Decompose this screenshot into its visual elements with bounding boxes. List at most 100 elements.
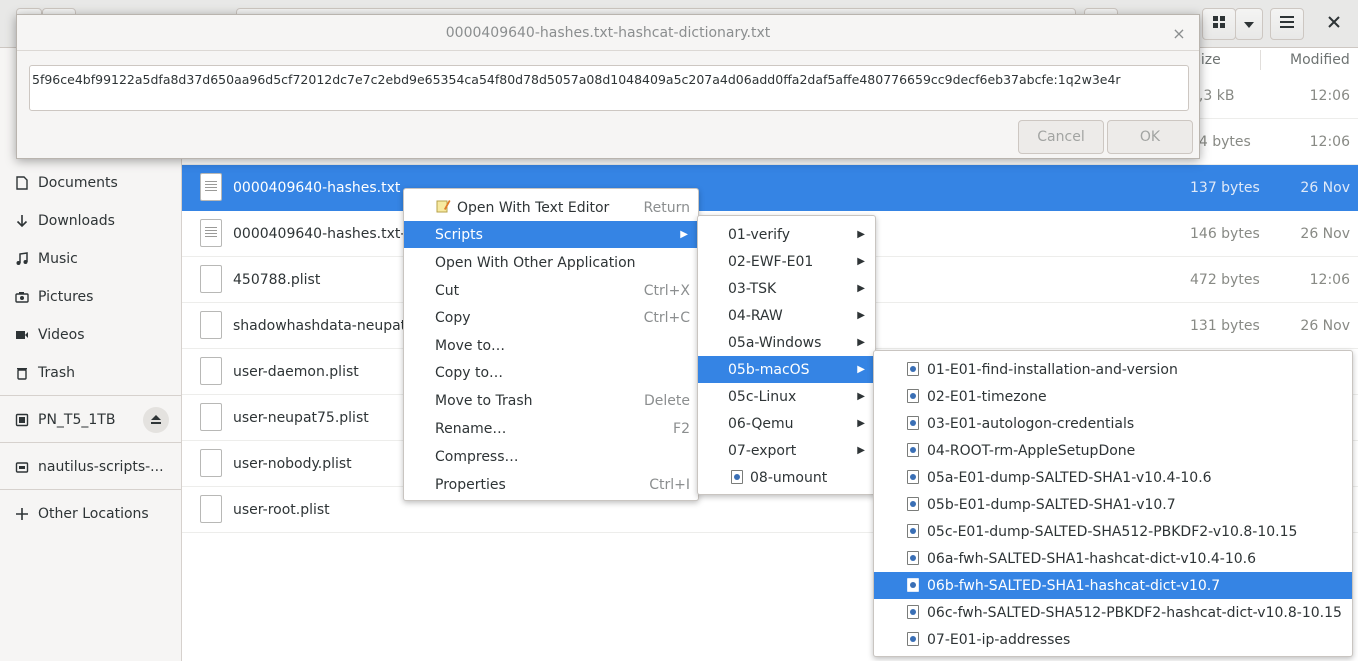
script-item[interactable]: 05a-E01-dump-SALTED-SHA1-v10.4-10.6 xyxy=(874,464,1352,491)
close-icon: × xyxy=(1172,23,1186,43)
sidebar-item-label: Trash xyxy=(38,365,75,381)
chevron-right-icon: ▶ xyxy=(857,283,865,294)
file-size: 146 bytes xyxy=(1190,226,1260,242)
sidebar-item-nautilus-scripts[interactable]: nautilus-scripts-... xyxy=(0,449,181,485)
menu-item-open-with-text-editor[interactable]: Open With Text Editor Return xyxy=(404,194,698,221)
file-icon xyxy=(200,449,222,477)
sidebar-item-pictures[interactable]: Pictures xyxy=(0,279,181,315)
macos-scripts-submenu: 01-E01-find-installation-and-version 02-… xyxy=(873,350,1353,657)
menu-item-open-with-other-application[interactable]: Open With Other Application xyxy=(404,249,698,276)
dialog-title: 0000409640-hashes.txt-hashcat-dictionary… xyxy=(17,15,1199,51)
file-row-selected[interactable]: 0000409640-hashes.txt 137 bytes 26 Nov xyxy=(182,165,1358,211)
chevron-right-icon: ▶ xyxy=(680,229,688,240)
script-item[interactable]: 06a-fwh-SALTED-SHA1-hashcat-dict-v10.4-1… xyxy=(874,545,1352,572)
ok-button[interactable]: OK xyxy=(1107,120,1193,154)
menu-item-compress[interactable]: Compress… xyxy=(404,443,698,470)
script-item[interactable]: 03-E01-autologon-credentials xyxy=(874,410,1352,437)
eject-icon xyxy=(151,414,161,427)
file-name: user-nobody.plist xyxy=(233,456,352,472)
sidebar-item-pn-t5-1tb[interactable]: PN_T5_1TB xyxy=(0,402,181,438)
sidebar-item-music[interactable]: Music xyxy=(0,241,181,277)
submenu-item-06-qemu[interactable]: 06-Qemu ▶ xyxy=(698,410,875,437)
file-icon xyxy=(200,357,222,385)
drive-icon xyxy=(14,412,30,428)
script-item-highlighted[interactable]: 06b-fwh-SALTED-SHA1-hashcat-dict-v10.7 xyxy=(874,572,1352,599)
script-icon xyxy=(907,443,919,457)
script-item[interactable]: 05b-E01-dump-SALTED-SHA1-v10.7 xyxy=(874,491,1352,518)
close-icon xyxy=(1328,16,1340,32)
file-name: 450788.plist xyxy=(233,272,321,288)
music-icon xyxy=(14,251,30,267)
chevron-right-icon: ▶ xyxy=(857,337,865,348)
video-icon xyxy=(14,327,30,343)
chevron-right-icon: ▶ xyxy=(857,229,865,240)
file-modified: 12:06 xyxy=(1309,88,1350,104)
menu-item-move-to[interactable]: Move to… xyxy=(404,332,698,359)
file-icon xyxy=(200,311,222,339)
view-options-button[interactable] xyxy=(1235,8,1263,40)
document-icon xyxy=(14,175,30,191)
file-name: shadowhashdata-neupat75 xyxy=(233,318,424,334)
menu-item-cut[interactable]: Cut Ctrl+X xyxy=(404,277,698,304)
hamburger-icon xyxy=(1280,16,1294,32)
menu-item-copy-to[interactable]: Copy to… xyxy=(404,359,698,386)
main-menu-button[interactable] xyxy=(1270,8,1304,40)
file-modified: 26 Nov xyxy=(1300,180,1350,196)
window-close-button[interactable] xyxy=(1320,8,1348,40)
submenu-item-01-verify[interactable]: 01-verify ▶ xyxy=(698,221,875,248)
eject-button[interactable] xyxy=(143,407,169,433)
script-item[interactable]: 01-E01-find-installation-and-version xyxy=(874,356,1352,383)
sidebar-item-other-locations[interactable]: Other Locations xyxy=(0,496,181,532)
sidebar-item-downloads[interactable]: Downloads xyxy=(0,203,181,239)
file-size: 131 bytes xyxy=(1190,318,1260,334)
scripts-submenu: 01-verify ▶ 02-EWF-E01 ▶ 03-TSK ▶ 04-RAW… xyxy=(697,215,876,495)
sidebar-separator xyxy=(0,395,181,396)
menu-item-properties[interactable]: Properties Ctrl+I xyxy=(404,471,698,498)
script-item[interactable]: 07-E01-ip-addresses xyxy=(874,626,1352,653)
script-item[interactable]: 06c-fwh-SALTED-SHA512-PBKDF2-hashcat-dic… xyxy=(874,599,1352,626)
menu-item-copy[interactable]: Copy Ctrl+C xyxy=(404,304,698,331)
sidebar-item-trash[interactable]: Trash xyxy=(0,355,181,391)
sidebar-item-videos[interactable]: Videos xyxy=(0,317,181,353)
context-menu: Open With Text Editor Return Scripts ▶ O… xyxy=(403,188,699,501)
script-item[interactable]: 04-ROOT-rm-AppleSetupDone xyxy=(874,437,1352,464)
menu-item-rename[interactable]: Rename… F2 xyxy=(404,415,698,442)
script-icon xyxy=(907,605,919,619)
menu-item-move-to-trash[interactable]: Move to Trash Delete xyxy=(404,387,698,414)
column-header-modified[interactable]: Modified xyxy=(1290,48,1350,72)
script-icon xyxy=(731,470,743,484)
chevron-right-icon: ▶ xyxy=(857,364,865,375)
script-icon xyxy=(907,524,919,538)
submenu-item-08-umount[interactable]: 08-umount xyxy=(698,464,875,491)
submenu-item-04-raw[interactable]: 04-RAW ▶ xyxy=(698,302,875,329)
cancel-button[interactable]: Cancel xyxy=(1018,120,1104,154)
grid-icon xyxy=(1212,15,1226,33)
submenu-item-03-tsk[interactable]: 03-TSK ▶ xyxy=(698,275,875,302)
trash-icon xyxy=(14,365,30,381)
script-icon xyxy=(907,632,919,646)
menu-item-scripts[interactable]: Scripts ▶ xyxy=(404,221,698,248)
script-icon xyxy=(907,470,919,484)
submenu-item-05c-linux[interactable]: 05c-Linux ▶ xyxy=(698,383,875,410)
file-name: 0000409640-hashes.txt xyxy=(233,180,401,196)
chevron-right-icon: ▶ xyxy=(857,391,865,402)
file-modified: 26 Nov xyxy=(1300,226,1350,242)
script-item[interactable]: 05c-E01-dump-SALTED-SHA512-PBKDF2-v10.8-… xyxy=(874,518,1352,545)
submenu-item-02-ewf-e01[interactable]: 02-EWF-E01 ▶ xyxy=(698,248,875,275)
script-icon xyxy=(907,551,919,565)
script-item[interactable]: 02-E01-timezone xyxy=(874,383,1352,410)
download-icon xyxy=(14,213,30,229)
dialog-text-entry[interactable]: 5f96ce4bf99122a5dfa8d37d650aa96d5cf72012… xyxy=(29,65,1189,111)
file-size: 137 bytes xyxy=(1190,180,1260,196)
sidebar-separator xyxy=(0,442,181,443)
file-icon xyxy=(200,265,222,293)
sidebar-item-label: Pictures xyxy=(38,289,94,305)
sidebar-item-documents[interactable]: Documents xyxy=(0,165,181,201)
sidebar-item-label: nautilus-scripts-... xyxy=(38,459,164,475)
submenu-item-05a-windows[interactable]: 05a-Windows ▶ xyxy=(698,329,875,356)
submenu-item-07-export[interactable]: 07-export ▶ xyxy=(698,437,875,464)
file-icon xyxy=(200,495,222,523)
dialog-close-button[interactable]: × xyxy=(1169,23,1189,43)
view-grid-button[interactable] xyxy=(1202,8,1236,40)
submenu-item-05b-macos[interactable]: 05b-macOS ▶ xyxy=(698,356,875,383)
